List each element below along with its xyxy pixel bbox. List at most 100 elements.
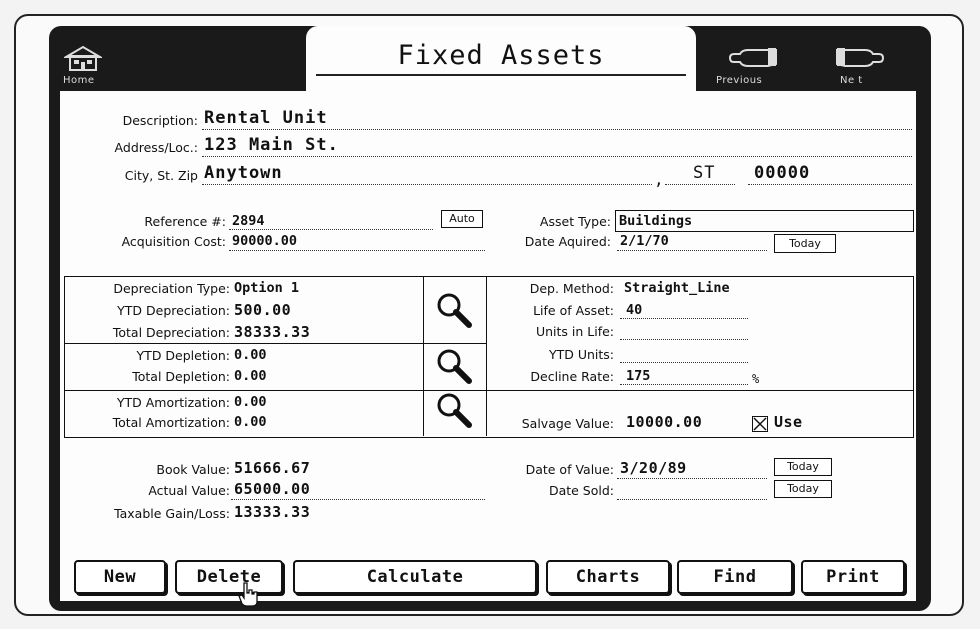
city-underline bbox=[202, 184, 652, 185]
decline-percent: % bbox=[752, 372, 760, 386]
magnifier-icon-amortization[interactable] bbox=[434, 390, 474, 430]
dep-method-label: Dep. Method: bbox=[529, 281, 614, 296]
auto-button[interactable]: Auto bbox=[441, 210, 483, 228]
hand-left-icon bbox=[728, 48, 777, 67]
use-label: Use bbox=[774, 413, 803, 431]
ytd-units-underline bbox=[620, 362, 748, 363]
checked-x-icon bbox=[753, 417, 767, 431]
description-field[interactable]: Rental Unit bbox=[204, 108, 328, 128]
ytd-depl-label: YTD Depletion: bbox=[136, 348, 230, 363]
state-field[interactable]: ST bbox=[693, 163, 715, 183]
book-label: Book Value: bbox=[156, 462, 230, 477]
title-tab: Fixed Assets bbox=[306, 26, 696, 92]
gain-label: Taxable Gain/Loss: bbox=[114, 506, 230, 521]
ytd-units-label: YTD Units: bbox=[548, 347, 614, 362]
date-value-underline bbox=[617, 478, 767, 479]
total-dep-label: Total Depreciation: bbox=[112, 325, 230, 340]
salvage-field[interactable]: 10000.00 bbox=[626, 413, 702, 431]
address-underline bbox=[202, 156, 912, 157]
home-icon bbox=[62, 45, 104, 71]
ytd-amort-field[interactable]: 0.00 bbox=[234, 394, 267, 410]
city-field[interactable]: Anytown bbox=[204, 163, 283, 183]
reference-underline bbox=[229, 229, 433, 230]
date-acq-label: Date Aquired: bbox=[524, 234, 611, 249]
date-acq-field[interactable]: 2/1/70 bbox=[620, 233, 669, 249]
calculate-button[interactable]: Calculate bbox=[293, 560, 537, 594]
zip-underline bbox=[748, 184, 912, 185]
total-dep-field[interactable]: 38333.33 bbox=[234, 323, 310, 341]
actual-underline bbox=[231, 499, 485, 500]
description-underline bbox=[202, 129, 912, 130]
city-comma: , bbox=[654, 170, 664, 189]
description-label: Description: bbox=[122, 113, 198, 128]
units-life-label: Units in Life: bbox=[535, 324, 614, 339]
use-checkbox[interactable] bbox=[752, 416, 768, 432]
previous-button[interactable]: Previous bbox=[716, 44, 784, 86]
asset-type-value: Buildings bbox=[619, 213, 693, 229]
date-acq-underline bbox=[617, 250, 767, 251]
address-label: Address/Loc.: bbox=[114, 140, 198, 155]
grid-divider-1 bbox=[423, 276, 424, 436]
acq-cost-field[interactable]: 90000.00 bbox=[232, 233, 297, 249]
next-button[interactable]: Ne t bbox=[830, 44, 890, 86]
date-sold-label: Date Sold: bbox=[548, 483, 614, 498]
grid-divider-2 bbox=[486, 276, 487, 436]
total-depl-field[interactable]: 0.00 bbox=[234, 368, 267, 384]
window-title: Fixed Assets bbox=[397, 40, 605, 71]
dep-method-field[interactable]: Straight_Line bbox=[624, 280, 730, 296]
state-underline bbox=[665, 184, 735, 185]
life-field[interactable]: 40 bbox=[626, 302, 642, 318]
title-underline bbox=[316, 74, 686, 76]
reference-label: Reference #: bbox=[144, 214, 226, 229]
total-depl-label: Total Depletion: bbox=[132, 369, 230, 384]
actual-label: Actual Value: bbox=[148, 483, 230, 498]
salvage-label: Salvage Value: bbox=[521, 416, 614, 431]
new-button[interactable]: New bbox=[74, 560, 166, 594]
charts-button[interactable]: Charts bbox=[546, 560, 670, 594]
magnifier-icon-depletion[interactable] bbox=[434, 346, 474, 386]
ytd-dep-field[interactable]: 500.00 bbox=[234, 301, 291, 319]
hand-right-icon bbox=[836, 48, 885, 67]
ytd-depl-field[interactable]: 0.00 bbox=[234, 347, 267, 363]
today-button-acq[interactable]: Today bbox=[774, 234, 836, 253]
asset-type-select[interactable]: Buildings bbox=[615, 210, 914, 232]
home-label: Home bbox=[63, 75, 95, 86]
total-amort-field[interactable]: 0.00 bbox=[234, 414, 267, 430]
grid-row-divider-1 bbox=[64, 343, 487, 344]
zip-field[interactable]: 00000 bbox=[754, 163, 810, 183]
decline-underline bbox=[620, 384, 748, 385]
ytd-amort-label: YTD Amortization: bbox=[116, 395, 230, 410]
reference-field[interactable]: 2894 bbox=[232, 213, 265, 229]
asset-type-label: Asset Type: bbox=[539, 214, 611, 229]
next-label: Ne t bbox=[840, 75, 863, 86]
ytd-dep-label: YTD Depreciation: bbox=[117, 303, 230, 318]
magnifier-icon-depreciation[interactable] bbox=[434, 290, 474, 330]
previous-label: Previous bbox=[716, 75, 763, 86]
life-underline bbox=[620, 318, 748, 319]
decline-label: Decline Rate: bbox=[530, 369, 614, 384]
units-life-underline bbox=[620, 339, 748, 340]
today-button-sold[interactable]: Today bbox=[774, 480, 832, 498]
address-field[interactable]: 123 Main St. bbox=[204, 135, 339, 155]
home-button[interactable]: Home bbox=[62, 44, 104, 86]
dep-type-field[interactable]: Option 1 bbox=[234, 280, 299, 296]
date-value-label: Date of Value: bbox=[525, 462, 614, 477]
total-amort-label: Total Amortization: bbox=[112, 415, 230, 430]
hand-pointer-icon bbox=[238, 582, 258, 607]
grid-row-divider-2 bbox=[64, 390, 913, 391]
acq-cost-underline bbox=[229, 250, 485, 251]
actual-field[interactable]: 65000.00 bbox=[234, 480, 310, 498]
delete-button[interactable]: Delete bbox=[175, 560, 283, 594]
dep-type-label: Depreciation Type: bbox=[113, 281, 230, 296]
today-button-value[interactable]: Today bbox=[774, 458, 832, 476]
acq-cost-label: Acquisition Cost: bbox=[121, 234, 226, 249]
find-button[interactable]: Find bbox=[677, 560, 793, 594]
life-label: Life of Asset: bbox=[533, 303, 614, 318]
city-label: City, St. Zip bbox=[124, 168, 198, 183]
decline-field[interactable]: 175 bbox=[626, 368, 650, 384]
book-field[interactable]: 51666.67 bbox=[234, 459, 310, 477]
date-value-field[interactable]: 3/20/89 bbox=[620, 459, 687, 477]
print-button[interactable]: Print bbox=[801, 560, 905, 594]
gain-field[interactable]: 13333.33 bbox=[234, 503, 310, 521]
date-sold-underline bbox=[617, 499, 767, 500]
